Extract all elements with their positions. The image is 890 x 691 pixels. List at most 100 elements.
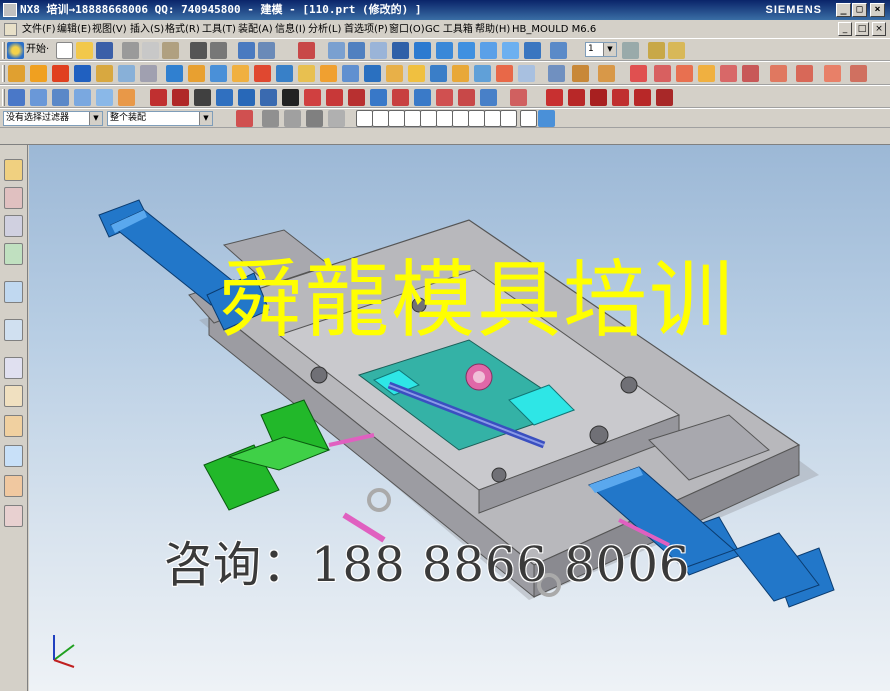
fit-view-icon[interactable] <box>298 42 315 59</box>
part-navigator-icon[interactable] <box>4 215 23 237</box>
snap-tangent-icon[interactable] <box>520 110 537 127</box>
cone-icon[interactable] <box>118 65 135 82</box>
boss-icon[interactable] <box>188 65 205 82</box>
rectangle-sketch-icon[interactable] <box>8 89 25 106</box>
select-brush-icon[interactable] <box>328 110 345 127</box>
bridge-curve-icon[interactable] <box>392 89 409 106</box>
doc-minimize-button[interactable]: _ <box>838 22 852 36</box>
layer-select[interactable]: 1 ▼ <box>585 42 617 57</box>
mold-base-icon[interactable] <box>654 65 671 82</box>
sketch-icon[interactable] <box>8 65 25 82</box>
system-materials-icon[interactable] <box>4 385 23 407</box>
text-icon[interactable] <box>282 89 299 106</box>
select-all-icon[interactable] <box>236 110 253 127</box>
maximize-button[interactable]: □ <box>852 3 867 17</box>
snap-midpoint-icon[interactable] <box>372 110 389 127</box>
intersect-icon[interactable] <box>342 65 359 82</box>
document-icon[interactable] <box>4 23 17 36</box>
reuse-library-icon[interactable] <box>4 243 23 265</box>
move-to-layer-icon[interactable] <box>668 42 685 59</box>
menu-hb-mould[interactable]: HB_MOULD M6.6 <box>512 20 596 39</box>
roles-icon[interactable] <box>4 475 23 497</box>
snap-cube-icon[interactable] <box>538 110 555 127</box>
unite-icon[interactable] <box>298 65 315 82</box>
snap-arc-center-icon[interactable] <box>420 110 437 127</box>
shaded-view-icon[interactable] <box>414 42 431 59</box>
menu-preferences[interactable]: 首选项(P) <box>344 20 388 39</box>
constraint-navigator-icon[interactable] <box>4 187 23 209</box>
edge-blend-icon[interactable] <box>364 65 381 82</box>
snap-on-face-icon[interactable] <box>484 110 501 127</box>
groove-icon[interactable] <box>276 65 293 82</box>
section-view-icon[interactable] <box>550 42 567 59</box>
menu-insert[interactable]: 插入(S) <box>130 20 164 39</box>
surface-icon[interactable] <box>30 89 47 106</box>
select-lasso-icon[interactable] <box>306 110 323 127</box>
cylinder-icon[interactable] <box>96 65 113 82</box>
select-region-icon[interactable] <box>284 110 301 127</box>
pattern-icon[interactable] <box>548 65 565 82</box>
project-curve-icon[interactable] <box>304 89 321 106</box>
law-curve-icon[interactable] <box>612 89 629 106</box>
move-object-icon[interactable] <box>238 42 255 59</box>
manufacturing-wizard-icon[interactable] <box>4 445 23 467</box>
view-orientation-icon[interactable] <box>524 42 541 59</box>
toolbar-grip[interactable] <box>2 89 5 106</box>
shell-icon[interactable] <box>408 65 425 82</box>
system-scenes-icon[interactable] <box>4 505 23 527</box>
save-icon[interactable] <box>96 42 113 59</box>
new-file-icon[interactable] <box>56 42 73 59</box>
menu-assembly[interactable]: 装配(A) <box>238 20 273 39</box>
mold-model[interactable] <box>29 145 890 691</box>
snap-quadrant-icon[interactable] <box>436 110 453 127</box>
mold-wizard-icon[interactable] <box>630 65 647 82</box>
doc-close-button[interactable]: × <box>872 22 886 36</box>
snap-endpoint-icon[interactable] <box>356 110 373 127</box>
snap-point-icon[interactable] <box>500 110 517 127</box>
selection-filter-select[interactable]: 没有选择过滤器 ▼ <box>3 111 103 126</box>
point-icon[interactable] <box>546 89 563 106</box>
doc-restore-button[interactable]: □ <box>855 22 869 36</box>
slot-icon[interactable] <box>254 65 271 82</box>
fillet-curve-icon[interactable] <box>634 89 651 106</box>
bounded-plane-icon[interactable] <box>118 89 135 106</box>
open-folder-icon[interactable] <box>76 42 93 59</box>
toolbar-grip[interactable] <box>2 42 5 59</box>
pad-icon[interactable] <box>232 65 249 82</box>
spline-icon[interactable] <box>238 89 255 106</box>
layer-settings-icon[interactable] <box>622 42 639 59</box>
polygon-icon[interactable] <box>216 89 233 106</box>
extract-curve-icon[interactable] <box>370 89 387 106</box>
assembly-scope-select[interactable]: 整个装配 ▼ <box>107 111 213 126</box>
menu-help[interactable]: 帮助(H) <box>475 20 510 39</box>
snap-existing-point-icon[interactable] <box>452 110 469 127</box>
chevron-down-icon[interactable]: ▼ <box>199 112 212 125</box>
datum-axis-icon[interactable] <box>598 65 615 82</box>
line-icon[interactable] <box>150 89 167 106</box>
chamfer-icon[interactable] <box>386 65 403 82</box>
menu-file[interactable]: 文件(F) <box>22 20 56 39</box>
menu-tools[interactable]: 工具(T) <box>202 20 236 39</box>
start-icon[interactable] <box>7 42 24 59</box>
rotate-icon[interactable] <box>392 42 409 59</box>
menu-info[interactable]: 信息(I) <box>275 20 306 39</box>
process-studio-icon[interactable] <box>4 415 23 437</box>
snap-control-icon[interactable] <box>388 110 405 127</box>
section-curve-icon[interactable] <box>348 89 365 106</box>
paste-icon[interactable] <box>162 42 179 59</box>
pocket-icon[interactable] <box>210 65 227 82</box>
graphics-window[interactable]: 舜龍模具培训 咨询：188 8866 8006 <box>29 145 890 691</box>
divide-curve-icon[interactable] <box>458 89 475 106</box>
copy-icon[interactable] <box>142 42 159 59</box>
chamfer-curve-icon[interactable] <box>656 89 673 106</box>
mirror-icon[interactable] <box>518 65 535 82</box>
electrode-icon[interactable] <box>850 65 867 82</box>
zoom-window-icon[interactable] <box>370 42 387 59</box>
start-menu-button[interactable]: 开始· <box>26 39 49 61</box>
ejector-pin-icon[interactable] <box>698 65 715 82</box>
trim-curve-icon[interactable] <box>436 89 453 106</box>
undo-icon[interactable] <box>190 42 207 59</box>
web-browser-icon[interactable] <box>4 319 23 341</box>
menu-format[interactable]: 格式(R) <box>165 20 200 39</box>
slider-lifter-icon[interactable] <box>720 65 737 82</box>
